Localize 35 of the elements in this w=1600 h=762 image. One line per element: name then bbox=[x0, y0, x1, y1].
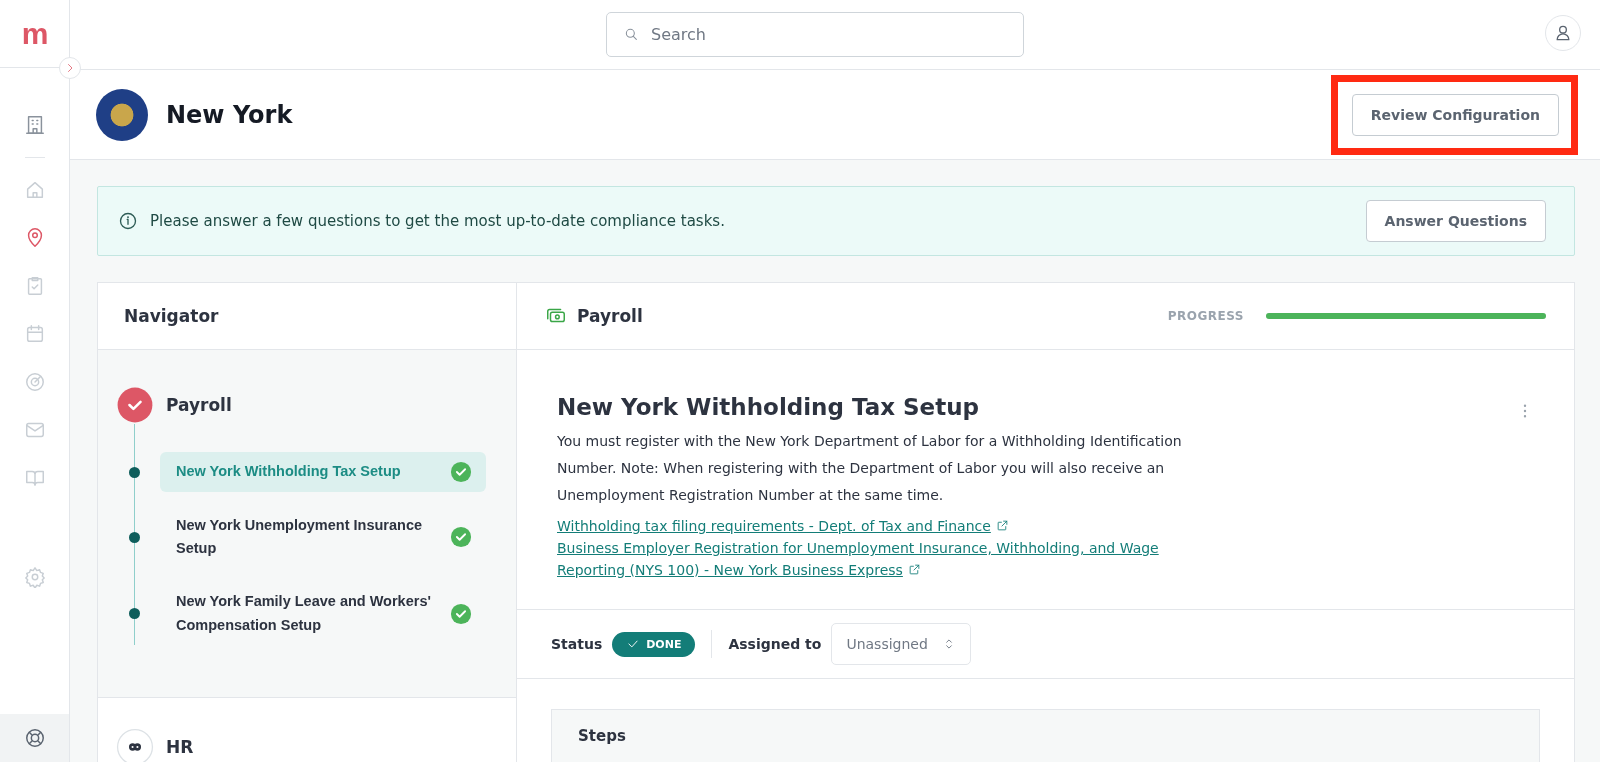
settings-icon[interactable] bbox=[23, 566, 46, 588]
external-link[interactable]: Business Employer Registration for Unemployment Insurance, Withholding, and Wage Reporting (NYS 100) - New York Business Express bbox=[557, 537, 1197, 581]
progress-label: PROGRESS bbox=[1167, 309, 1244, 323]
task-item[interactable]: New York Unemployment Insurance Setup bbox=[160, 506, 486, 569]
timeline-dot bbox=[129, 608, 140, 620]
task-item[interactable]: New York Family Leave and Workers' Compensation Setup bbox=[160, 582, 486, 645]
external-link[interactable]: Withholding tax filing requirements - Dept. of Tax and Finance bbox=[557, 515, 1197, 537]
assigned-label: Assigned to bbox=[728, 636, 822, 652]
task-item[interactable]: New York Withholding Tax Setup bbox=[160, 452, 486, 492]
task-title: New York Withholding Tax Setup bbox=[557, 394, 980, 420]
answer-questions-button[interactable]: Answer Questions bbox=[1365, 200, 1546, 242]
help-button[interactable] bbox=[0, 714, 69, 762]
status-label: Status bbox=[551, 636, 603, 652]
sidebar-toggle-button[interactable] bbox=[59, 57, 81, 79]
section-title: Payroll bbox=[577, 306, 644, 326]
banner-message: Please answer a few questions to get the most up-to-date compliance tasks. bbox=[150, 212, 726, 230]
building-icon[interactable] bbox=[23, 114, 46, 136]
external-link-icon bbox=[907, 563, 921, 576]
task-description: You must register with the New York Department of Labor for a Withholding Identification Number. Note: When registering with the Department of Labor you will also receive an Unemployment Registration Number at the same time. bbox=[557, 432, 1183, 505]
timeline-dot bbox=[129, 466, 140, 478]
search-field[interactable]: Search bbox=[606, 12, 1024, 57]
external-link-icon bbox=[995, 519, 1009, 532]
timeline-dot bbox=[129, 531, 140, 543]
state-seal-emblem bbox=[96, 88, 148, 141]
target-icon[interactable] bbox=[23, 371, 46, 393]
assignee-dropdown[interactable]: Unassigned bbox=[831, 623, 971, 665]
group-title[interactable]: Payroll bbox=[166, 395, 232, 415]
steps-heading: Steps bbox=[578, 727, 626, 745]
group-title[interactable]: HR bbox=[166, 736, 194, 757]
lifebuoy-icon bbox=[23, 727, 46, 749]
review-configuration-button[interactable]: Review Configuration bbox=[1351, 93, 1559, 136]
info-icon bbox=[118, 211, 138, 231]
status-pill[interactable]: DONE bbox=[612, 631, 696, 657]
page-title: New York bbox=[166, 100, 294, 129]
user-avatar-button[interactable] bbox=[1545, 15, 1581, 51]
